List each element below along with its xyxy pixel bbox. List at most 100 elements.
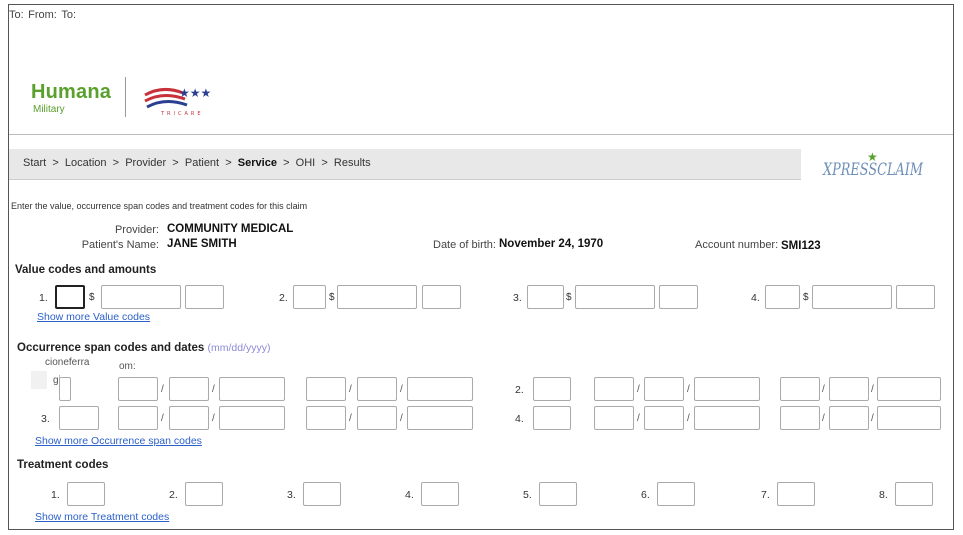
occ-2-from-day-input[interactable] [644,377,684,401]
crumb-service-current: Service [237,157,277,169]
date-slash: / [687,384,690,395]
occ-2-to-month-input[interactable] [780,377,820,401]
occ-2-from-month-input[interactable] [594,377,634,401]
occ-2-from-year-input[interactable] [694,377,760,401]
treatment-code-4-input[interactable] [421,482,459,506]
show-more-value-codes-link[interactable]: Show more Value codes [37,311,150,323]
provider-label: Provider: [114,224,159,236]
value-row-number: 3. [513,292,522,304]
occ-4-from-day-input[interactable] [644,406,684,430]
treatment-code-3-input[interactable] [303,482,341,506]
treatment-code-5-input[interactable] [539,482,577,506]
svg-text:★★★: ★★★ [179,86,211,100]
treatment-code-6-input[interactable] [657,482,695,506]
value-amount-4-dollars-input[interactable] [812,285,892,309]
crumb-sep: > [52,157,59,169]
occurrence-code-1-input[interactable] [59,377,71,401]
occ-1-from-year-input[interactable] [219,377,285,401]
date-slash: / [212,384,215,395]
treatment-code-7-input[interactable] [777,482,815,506]
occ-3-to-year-input[interactable] [407,406,473,430]
occ-4-from-month-input[interactable] [594,406,634,430]
treatment-code-2-input[interactable] [185,482,223,506]
occ-4-from-year-input[interactable] [694,406,760,430]
occ-1-to-day-input[interactable] [357,377,397,401]
crumb-sep: > [112,157,120,169]
date-slash: / [871,384,874,395]
occ-1-from-month-input[interactable] [118,377,158,401]
occ-1-to-year-input[interactable] [407,377,473,401]
value-amount-1-dollars-input[interactable] [101,285,181,309]
show-more-occurrence-link[interactable]: Show more Occurrence span codes [35,435,202,447]
value-code-1-input[interactable] [55,285,85,309]
occurrence-row-number: 4. [515,413,524,425]
treatment-row-number: 6. [641,489,650,501]
occ-3-from-day-input[interactable] [169,406,209,430]
occ-1-to-month-input[interactable] [306,377,346,401]
value-amount-2-cents-input[interactable] [422,285,461,309]
to-label: To: [9,9,24,21]
crumb-patient[interactable]: Patient [185,157,219,169]
dollar-sign: $ [566,292,572,303]
dob-label: Date of birth: [433,239,496,251]
patient-value: JANE SMITH [167,238,237,250]
date-slash: / [822,413,825,424]
value-amount-3-dollars-input[interactable] [575,285,655,309]
dollar-sign: $ [329,292,335,303]
occ-2-to-year-input[interactable] [877,377,941,401]
occurrence-code-4-input[interactable] [533,406,571,430]
occ-4-to-year-input[interactable] [877,406,941,430]
value-amount-1-cents-input[interactable] [185,285,224,309]
date-slash: / [637,384,640,395]
treatment-row-number: 4. [405,489,414,501]
header-divider [9,134,953,135]
from-label: From: [28,9,57,21]
show-more-treatment-link[interactable]: Show more Treatment codes [35,511,169,523]
value-amount-2-dollars-input[interactable] [337,285,417,309]
crumb-ohi: OHI [295,157,316,169]
occ-3-to-month-input[interactable] [306,406,346,430]
value-row-number: 4. [751,292,760,304]
occurrence-code-3-input[interactable] [59,406,99,430]
value-amount-4-cents-input[interactable] [896,285,935,309]
date-slash: / [637,413,640,424]
occ-2-to-day-input[interactable] [829,377,869,401]
treatment-row-number: 7. [761,489,770,501]
date-slash: / [161,413,164,424]
treatment-code-8-input[interactable] [895,482,933,506]
claim-window: Humana Military ★★★ TRICARE Start > Loca… [8,4,954,530]
crumb-start[interactable]: Start [23,157,46,169]
patient-label: Patient's Name: [81,239,159,251]
crumb-provider[interactable]: Provider [125,157,166,169]
date-slash: / [212,413,215,424]
occ-4-to-month-input[interactable] [780,406,820,430]
occ-3-from-year-input[interactable] [219,406,285,430]
occurrence-row-number: 2. [515,384,524,396]
value-amount-3-cents-input[interactable] [659,285,698,309]
tricare-wordmark: TRICARE [160,111,204,117]
crumb-location[interactable]: Location [65,157,107,169]
crumb-sep: > [225,157,232,169]
humana-logo: Humana [31,81,112,103]
value-code-3-input[interactable] [527,285,564,309]
occ-3-to-day-input[interactable] [357,406,397,430]
from-label-partial: om: [119,361,136,372]
instructions-text: Enter the value, occurrence span codes a… [11,201,308,211]
xpressclaim-logo: XPRESSCLAIM ★ [821,150,923,180]
date-slash: / [400,384,403,395]
occ-1-from-day-input[interactable] [169,377,209,401]
date-slash: / [349,384,352,395]
occurrence-code-2-input[interactable] [533,377,571,401]
value-code-2-input[interactable] [293,285,326,309]
crumb-sep: > [172,157,179,169]
occ-4-to-day-input[interactable] [829,406,869,430]
date-slash: / [349,413,352,424]
treatment-row-number: 2. [169,489,178,501]
occ-3-from-month-input[interactable] [118,406,158,430]
treatment-code-1-input[interactable] [67,482,105,506]
date-slash: / [687,413,690,424]
rendering-artifact [31,371,47,389]
treatment-row-number: 8. [879,489,888,501]
value-code-4-input[interactable] [765,285,800,309]
value-row-number: 1. [39,292,48,304]
